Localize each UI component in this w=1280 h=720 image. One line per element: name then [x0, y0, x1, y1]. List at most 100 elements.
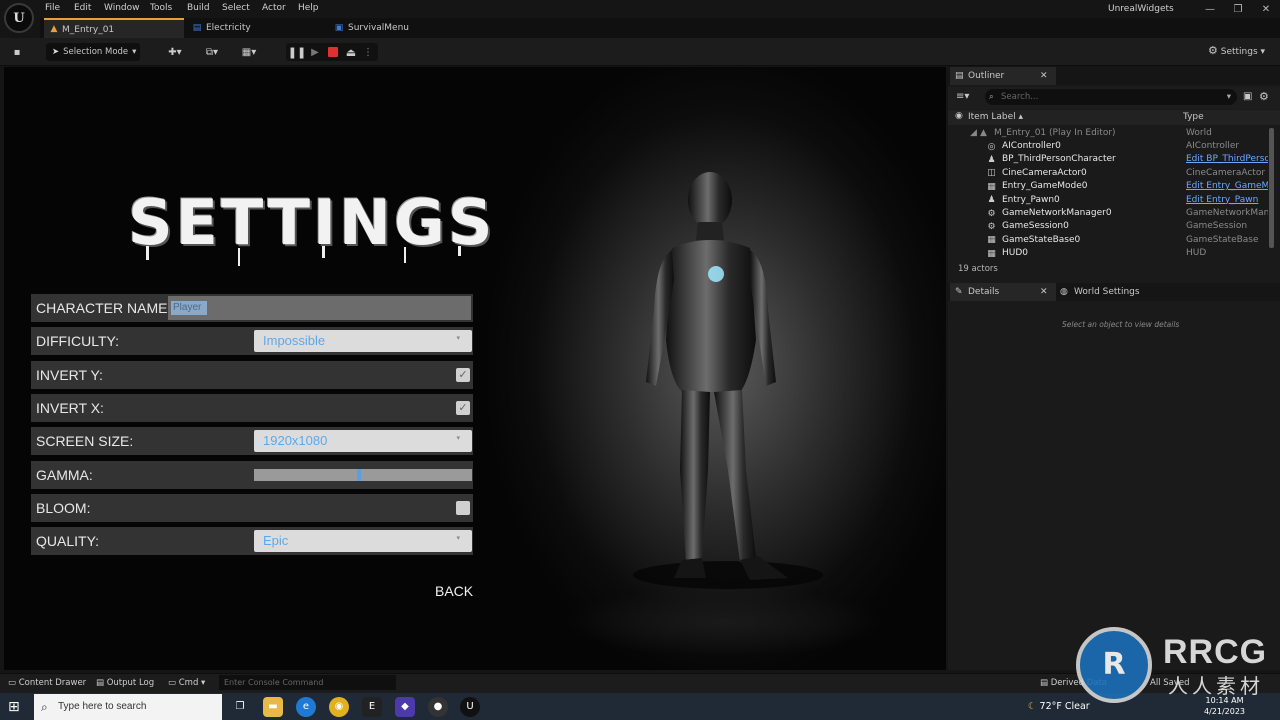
- outliner-item-type-link[interactable]: Edit Entry_Pawn: [1186, 195, 1268, 205]
- menu-tools[interactable]: Tools: [150, 3, 172, 13]
- bloom-checkbox[interactable]: [456, 501, 470, 515]
- menu-actor[interactable]: Actor: [262, 3, 286, 13]
- minimize-icon[interactable]: —: [1200, 2, 1220, 16]
- windows-start-icon[interactable]: ⊞: [8, 699, 20, 715]
- close-icon[interactable]: ✕: [1040, 283, 1048, 301]
- content-drawer-label: Content Drawer: [18, 678, 87, 688]
- character-name-selected-text: Player: [171, 301, 207, 315]
- outliner-search-input[interactable]: ⌕ Search... ▾: [985, 89, 1237, 105]
- maximize-icon[interactable]: ❐: [1228, 2, 1248, 16]
- outliner-row[interactable]: ♟ BP_ThirdPersonCharacter Edit BP_ThirdPer…: [948, 153, 1268, 166]
- menu-edit[interactable]: Edit: [74, 3, 91, 13]
- outliner-item-label: AIController0: [1002, 141, 1061, 151]
- outliner-item-type-link[interactable]: Edit Entry_GameMode: [1186, 181, 1268, 191]
- edge-browser-icon[interactable]: e: [296, 697, 316, 717]
- pawn-icon: ♟: [987, 195, 996, 206]
- column-type[interactable]: Type: [1183, 112, 1204, 122]
- outliner-row[interactable]: ◎ AIController0 AIController: [948, 140, 1268, 153]
- gamma-slider-handle[interactable]: [357, 469, 361, 481]
- pause-icon[interactable]: ❚❚: [288, 45, 306, 59]
- selection-mode-dropdown[interactable]: ➤ Selection Mode ▾: [46, 43, 140, 61]
- settings-label: Settings: [1220, 47, 1258, 57]
- controller-icon: ◎: [987, 141, 996, 152]
- level-icon: ▲: [980, 128, 987, 138]
- menu-window[interactable]: Window: [104, 3, 140, 13]
- more-options-icon[interactable]: ⋮: [363, 45, 373, 59]
- visibility-eye-icon[interactable]: ◉: [955, 111, 963, 121]
- filter-icon[interactable]: ≡▾: [956, 91, 969, 102]
- task-view-icon[interactable]: ❐: [230, 697, 250, 717]
- tab-survivalmenu[interactable]: ▣ SurvivalMenu: [330, 18, 470, 38]
- close-window-icon[interactable]: ✕: [1256, 2, 1276, 16]
- output-log-button[interactable]: ▤ Output Log: [96, 678, 154, 688]
- watermark-brand: RRCG: [1163, 633, 1268, 671]
- outliner-row[interactable]: ▦ HUD0 HUD: [948, 247, 1268, 260]
- quality-dropdown[interactable]: Epic ▾: [254, 530, 472, 552]
- tab-details[interactable]: ✎ Details ✕: [950, 283, 1056, 301]
- tree-row-world[interactable]: ◢ ▲ M_Entry_01 (Play In Editor) World: [948, 127, 1268, 140]
- menu-select[interactable]: Select: [222, 3, 250, 13]
- gamma-slider[interactable]: [254, 469, 472, 481]
- recorder-icon[interactable]: ●: [428, 697, 448, 717]
- level-icon: ▲: [50, 24, 58, 34]
- eject-icon[interactable]: ⏏: [344, 45, 358, 59]
- settings-button[interactable]: ⚙ Settings ▾: [1208, 44, 1265, 57]
- row-label: SCREEN SIZE:: [36, 433, 134, 449]
- content-drawer-button[interactable]: ▭ Content Drawer: [8, 678, 86, 688]
- menu-file[interactable]: File: [45, 3, 60, 13]
- chevron-down-icon: ▾: [456, 534, 460, 542]
- outliner-scrollbar[interactable]: [1269, 128, 1274, 248]
- stop-icon[interactable]: [328, 47, 338, 57]
- add-actor-icon[interactable]: ✚▾: [162, 44, 188, 60]
- visual-studio-icon[interactable]: ◆: [395, 697, 415, 717]
- tab-electricity[interactable]: ▤ Electricity: [188, 18, 328, 38]
- menu-build[interactable]: Build: [187, 3, 210, 13]
- taskbar-search-box[interactable]: ⌕ Type here to search: [34, 694, 222, 720]
- unreal-logo-icon[interactable]: U: [4, 3, 34, 33]
- outliner-item-label: BP_ThirdPersonCharacter: [1002, 154, 1116, 165]
- invert-y-checkbox[interactable]: ✓: [456, 368, 470, 382]
- close-icon[interactable]: ✕: [1040, 67, 1048, 85]
- screen-size-dropdown[interactable]: 1920x1080 ▾: [254, 430, 472, 452]
- save-icon[interactable]: ▪: [10, 44, 24, 60]
- tab-label: SurvivalMenu: [348, 23, 409, 33]
- gear-icon[interactable]: ⚙: [1259, 90, 1269, 103]
- file-explorer-icon[interactable]: ▬: [263, 697, 283, 717]
- column-item-label[interactable]: Item Label ▴: [968, 112, 1023, 122]
- epic-launcher-icon[interactable]: E: [362, 697, 382, 717]
- main-toolbar: [0, 38, 1280, 66]
- outliner-row[interactable]: ▦ GameStateBase0 GameStateBase: [948, 234, 1268, 247]
- outliner-item-type: GameNetworkManager: [1186, 208, 1268, 218]
- outliner-row[interactable]: ⚙ GameNetworkManager0 GameNetworkManager: [948, 207, 1268, 220]
- weather-widget[interactable]: ☾ 72°F Clear: [1028, 701, 1090, 712]
- outliner-row[interactable]: ▦ Entry_GameMode0 Edit Entry_GameMode: [948, 180, 1268, 193]
- play-controls: ❚❚ ▶ ⏏ ⋮: [286, 43, 378, 61]
- cmd-dropdown[interactable]: ▭ Cmd ▾: [168, 678, 205, 688]
- chrome-browser-icon[interactable]: ◉: [329, 697, 349, 717]
- weather-text: 72°F Clear: [1039, 701, 1090, 712]
- select-arrow-icon: ➤: [52, 47, 60, 57]
- tab-outliner[interactable]: ▤ Outliner ✕: [950, 67, 1056, 85]
- character-name-input[interactable]: Player: [168, 296, 471, 320]
- row-label: QUALITY:: [36, 533, 100, 549]
- step-icon[interactable]: ▶: [308, 45, 322, 59]
- blueprints-icon[interactable]: ⧉▾: [199, 44, 225, 60]
- outliner-row[interactable]: ◫ CineCameraActor0 CineCameraActor: [948, 167, 1268, 180]
- tab-world-settings[interactable]: ◍ World Settings: [1060, 283, 1180, 301]
- row-gamma: GAMMA:: [31, 461, 473, 489]
- outliner-row[interactable]: ♟ Entry_Pawn0 Edit Entry_Pawn: [948, 194, 1268, 207]
- unreal-engine-icon[interactable]: U: [460, 697, 480, 717]
- expand-arrow-icon[interactable]: ◢: [970, 128, 977, 138]
- menu-help[interactable]: Help: [298, 3, 319, 13]
- console-command-input[interactable]: Enter Console Command: [219, 675, 396, 690]
- back-button[interactable]: BACK: [435, 583, 473, 599]
- outliner-item-type-link[interactable]: Edit BP_ThirdPersonCharacter: [1186, 154, 1268, 164]
- tab-m-entry-01[interactable]: ▲ M_Entry_01: [44, 18, 184, 38]
- difficulty-dropdown[interactable]: Impossible ▾: [254, 330, 472, 352]
- invert-x-checkbox[interactable]: ✓: [456, 401, 470, 415]
- add-folder-icon[interactable]: ▣: [1243, 91, 1252, 102]
- outliner-row[interactable]: ⚙ GameSession0 GameSession: [948, 220, 1268, 233]
- cinematics-icon[interactable]: ▦▾: [236, 44, 262, 60]
- actor-count: 19 actors: [958, 264, 998, 274]
- settings-title: SETTINGS: [128, 186, 496, 259]
